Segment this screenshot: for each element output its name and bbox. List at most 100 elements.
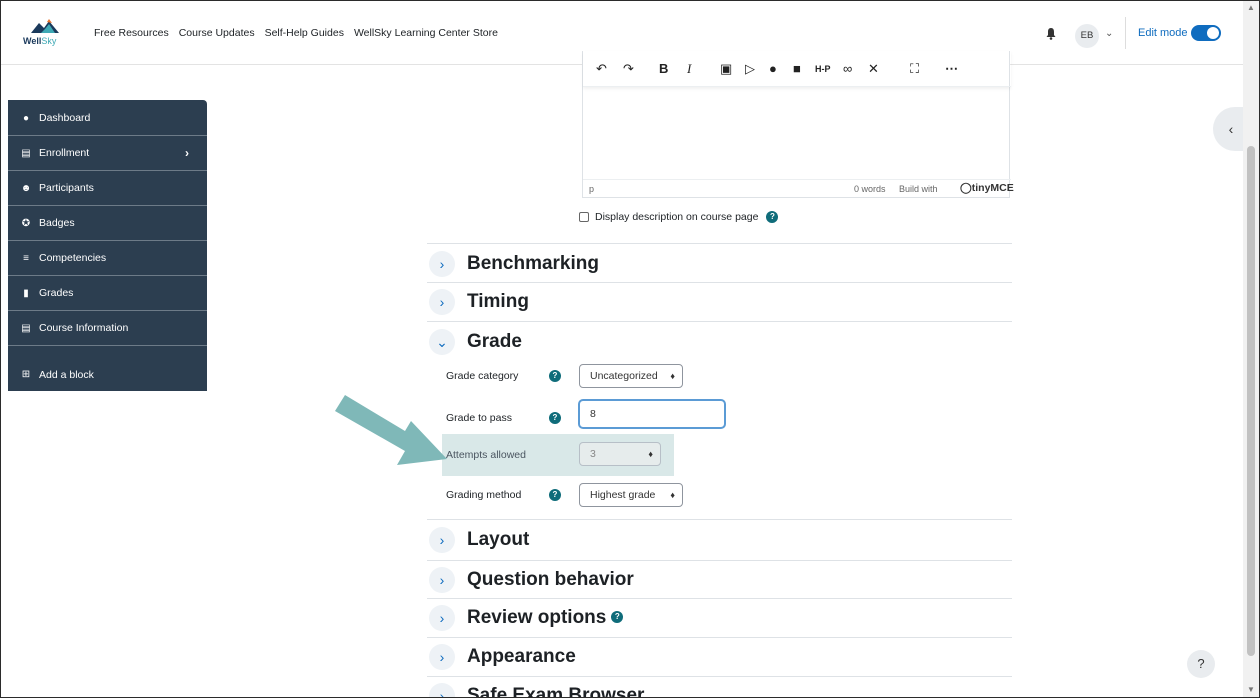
help-icon[interactable]: ?	[549, 370, 561, 382]
grade-category-label: Grade category	[446, 370, 519, 382]
bell-icon[interactable]	[1045, 27, 1057, 40]
grade-category-value: Uncategorized	[590, 370, 658, 382]
page-scrollbar[interactable]: ▲ ▼	[1243, 1, 1259, 697]
drawer-item-label: Participants	[39, 182, 94, 194]
drawer-item-label: Add a block	[39, 368, 94, 381]
section-divider	[427, 321, 1012, 322]
section-appearance[interactable]: › Appearance	[429, 642, 576, 672]
section-timing[interactable]: › Timing	[429, 287, 529, 317]
help-icon[interactable]: ?	[766, 211, 779, 223]
nav-link-store[interactable]: WellSky Learning Center Store	[354, 27, 498, 39]
fullscreen-icon[interactable]: ⛶	[910, 61, 919, 77]
attempts-allowed-value: 3	[590, 448, 596, 460]
chevron-down-icon: ⌄	[429, 329, 455, 355]
section-question-behavior[interactable]: › Question behavior	[429, 565, 634, 595]
grade-to-pass-input[interactable]: 8	[578, 399, 726, 429]
scroll-down-arrow-icon[interactable]: ▼	[1247, 685, 1255, 694]
edit-mode-toggle[interactable]	[1191, 25, 1221, 41]
section-divider	[427, 637, 1012, 638]
redo-icon[interactable]: ↷	[623, 61, 634, 77]
grade-category-select[interactable]: Uncategorized ♦	[579, 364, 683, 388]
drawer-item-enrollment[interactable]: ▤ Enrollment ›	[8, 136, 207, 171]
callout-arrow-icon	[335, 395, 447, 465]
logo-text: WellSky	[23, 36, 57, 46]
institution-icon: ▤	[21, 147, 31, 159]
drawer-item-label: Enrollment	[39, 147, 90, 159]
display-description-checkbox-row[interactable]: Display description on course page ?	[579, 211, 779, 223]
list-icon: ≡	[23, 252, 29, 264]
chevron-right-icon: ›	[429, 683, 455, 697]
help-icon[interactable]: ?	[549, 412, 561, 424]
chevron-right-icon: ›	[429, 605, 455, 631]
drawer-item-add-block[interactable]: ⊞ Add a block	[8, 357, 207, 392]
attempts-allowed-select[interactable]: 3 ♦	[579, 442, 661, 466]
question-mark-icon: ?	[1197, 656, 1205, 671]
grade-to-pass-label: Grade to pass	[446, 412, 512, 424]
info-list-icon: ▤	[21, 322, 31, 334]
italic-icon[interactable]: I	[687, 61, 691, 77]
drawer-item-participants[interactable]: ☻ Participants	[8, 171, 207, 206]
drawer-item-competencies[interactable]: ≡ Competencies	[8, 241, 207, 276]
users-icon: ☻	[20, 182, 32, 194]
display-description-label: Display description on course page	[595, 211, 759, 223]
section-benchmarking[interactable]: › Benchmarking	[429, 249, 599, 279]
course-index-drawer: ● Dashboard ▤ Enrollment › ☻ Participant…	[8, 100, 207, 391]
drawer-item-badges[interactable]: ✪ Badges	[8, 206, 207, 241]
section-divider	[427, 598, 1012, 599]
chevron-right-icon: ›	[185, 146, 189, 160]
top-nav-links: Free Resources Course Updates Self-Help …	[94, 27, 508, 39]
nav-link-free-resources[interactable]: Free Resources	[94, 27, 169, 39]
video-camera-icon[interactable]: ■	[793, 61, 801, 76]
nav-link-self-help-guides[interactable]: Self-Help Guides	[265, 27, 344, 39]
drawer-item-dashboard[interactable]: ● Dashboard	[8, 101, 207, 136]
chevron-right-icon: ›	[429, 567, 455, 593]
section-title: Safe Exam Browser	[467, 685, 645, 698]
updown-caret-icon: ♦	[648, 449, 653, 459]
editor-toolbar: ↶ ↷ B I ▣ ▷ ● ■ H-P ∞ ✕ ⛶ ⋯	[583, 51, 1011, 87]
h5p-icon[interactable]: H-P	[815, 64, 831, 74]
bold-icon[interactable]: B	[659, 61, 668, 76]
grading-method-select[interactable]: Highest grade ♦	[579, 483, 683, 507]
dashboard-icon: ●	[22, 112, 30, 124]
scroll-up-arrow-icon[interactable]: ▲	[1247, 3, 1255, 12]
help-icon[interactable]: ?	[549, 489, 561, 501]
floating-help-button[interactable]: ?	[1187, 650, 1215, 678]
updown-caret-icon: ♦	[670, 371, 675, 381]
media-icon[interactable]: ▷	[745, 61, 755, 77]
link-icon[interactable]: ∞	[843, 61, 852, 76]
drawer-item-label: Course Information	[39, 322, 129, 334]
section-title: Review options	[467, 607, 607, 628]
image-icon[interactable]: ▣	[720, 61, 732, 77]
microphone-icon[interactable]: ●	[769, 61, 777, 76]
tinymce-mark-icon: ◯	[960, 182, 972, 194]
section-safe-exam-browser[interactable]: › Safe Exam Browser	[429, 681, 645, 698]
drawer-item-label: Badges	[39, 217, 75, 229]
chevron-right-icon: ›	[429, 644, 455, 670]
display-description-checkbox[interactable]	[579, 212, 589, 222]
block-drawer-toggle[interactable]: ‹	[1213, 107, 1243, 151]
drawer-item-grades[interactable]: ▮ Grades	[8, 276, 207, 311]
section-title: Layout	[467, 529, 530, 550]
section-review-options[interactable]: › Review options ?	[429, 603, 624, 633]
section-divider	[427, 560, 1012, 561]
chevron-right-icon: ›	[429, 527, 455, 553]
undo-icon[interactable]: ↶	[596, 61, 607, 77]
tinymce-logo[interactable]: ◯tinyMCE	[960, 182, 1014, 194]
section-grade[interactable]: ⌄ Grade	[429, 327, 522, 357]
description-editor[interactable]: ↶ ↷ B I ▣ ▷ ● ■ H-P ∞ ✕ ⛶ ⋯ p 0 words Bu…	[582, 51, 1014, 198]
nav-link-course-updates[interactable]: Course Updates	[179, 27, 255, 39]
section-divider	[427, 243, 1012, 244]
wellsky-logo[interactable]: WellSky	[23, 19, 67, 49]
editor-statusbar: p 0 words Build with ◯tinyMCE	[583, 179, 1014, 197]
scroll-thumb[interactable]	[1247, 146, 1255, 656]
unlink-icon[interactable]: ✕	[868, 61, 879, 77]
drawer-item-label: Grades	[39, 287, 74, 299]
drawer-item-course-information[interactable]: ▤ Course Information	[8, 311, 207, 346]
section-layout[interactable]: › Layout	[429, 525, 529, 555]
user-avatar[interactable]: EB	[1075, 24, 1099, 48]
help-icon[interactable]: ?	[611, 611, 624, 623]
chevron-right-icon: ›	[429, 251, 455, 277]
word-count[interactable]: 0 words	[854, 184, 886, 194]
chevron-down-icon[interactable]: ⌄	[1105, 28, 1113, 39]
more-icon[interactable]: ⋯	[945, 61, 958, 77]
